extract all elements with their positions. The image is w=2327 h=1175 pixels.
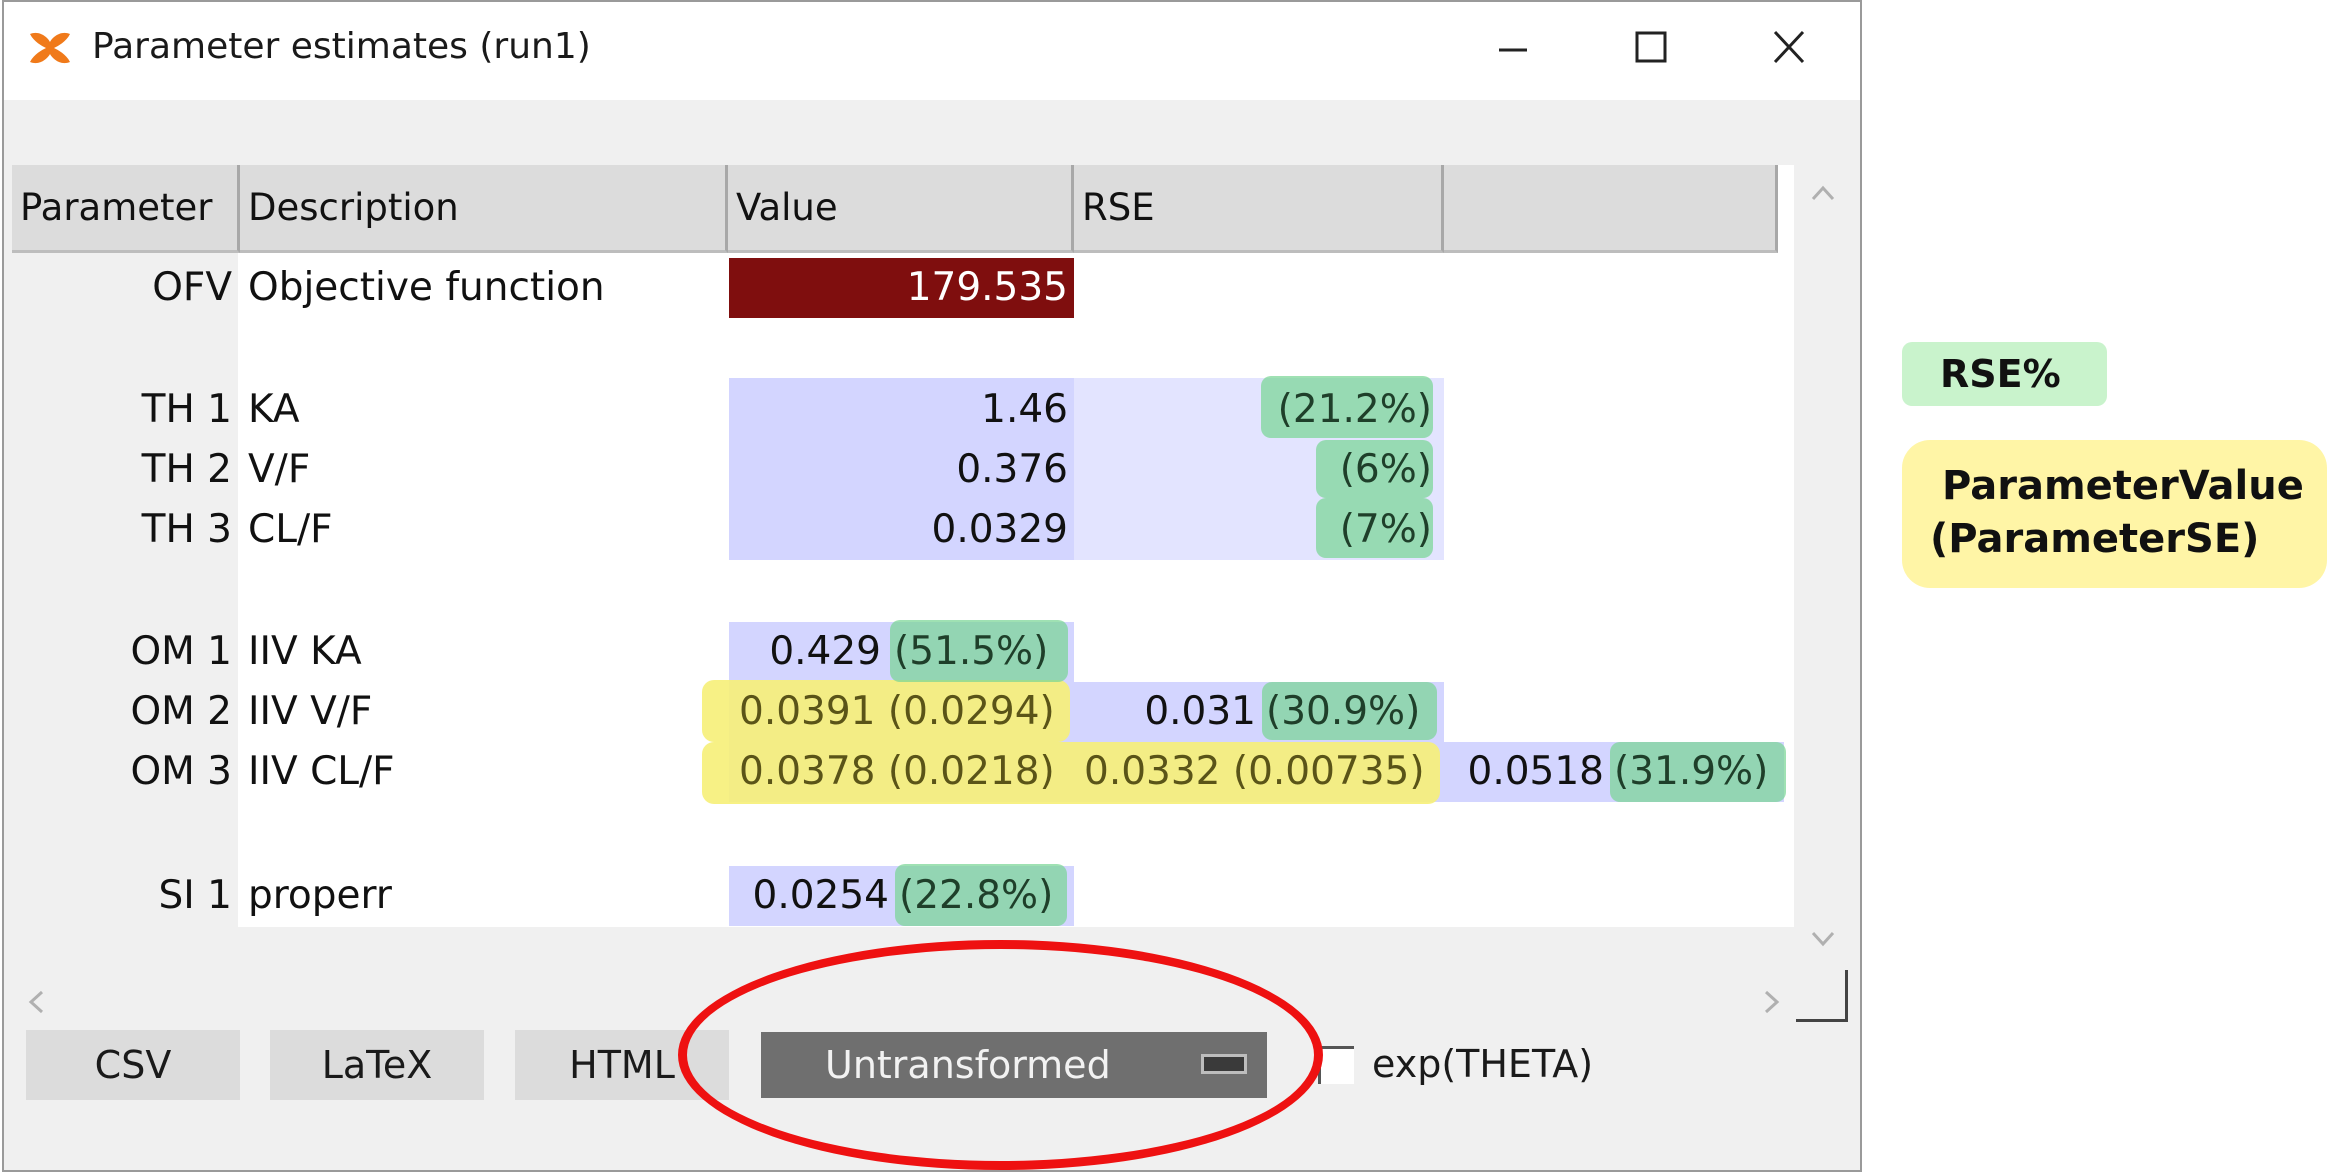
csv-button[interactable]: CSV <box>26 1030 240 1100</box>
maximize-icon <box>1635 31 1667 63</box>
legend-pv-line1: ParameterValue <box>1942 463 2304 509</box>
row-om3-desc: IIV CL/F <box>248 749 395 794</box>
row-si1-param: SI 1 <box>158 873 232 918</box>
row-th3-value: 0.0329 <box>931 507 1068 552</box>
header-description[interactable]: Description <box>240 165 728 253</box>
row-th1-desc: KA <box>248 387 300 432</box>
latex-button[interactable]: LaTeX <box>270 1030 484 1100</box>
minimize-icon <box>1499 48 1527 52</box>
window-title: Parameter estimates (run1) <box>92 26 591 67</box>
legend-rse: RSE% <box>1902 342 2107 406</box>
close-button[interactable] <box>1734 14 1844 82</box>
row-om3-cov-1: 0.0378 (0.0218) <box>739 749 1055 794</box>
header-empty <box>1444 165 1778 253</box>
row-th1-param: TH 1 <box>141 387 232 432</box>
row-th3-desc: CL/F <box>248 507 333 552</box>
row-om3-rse: (31.9%) <box>1614 749 1769 794</box>
annotation-circle <box>678 940 1323 1170</box>
row-th2-value: 0.376 <box>956 447 1068 492</box>
header-value[interactable]: Value <box>728 165 1074 253</box>
row-th1-value: 1.46 <box>981 387 1068 432</box>
legend-pv-line2: (ParameterSE) <box>1930 516 2260 562</box>
scroll-left-icon[interactable] <box>26 989 46 1015</box>
row-om1-rse: (51.5%) <box>894 629 1049 674</box>
row-th3-rse: (7%) <box>1339 507 1432 552</box>
header-rse[interactable]: RSE <box>1074 165 1444 253</box>
scroll-up-icon[interactable] <box>1810 183 1836 203</box>
ofv-value: 179.535 <box>729 258 1074 318</box>
row-om3-cov-2: 0.0332 (0.00735) <box>1084 749 1425 794</box>
row-om2-param: OM 2 <box>130 689 232 734</box>
row-si1-desc: properr <box>248 873 392 918</box>
exp-theta-label: exp(THETA) <box>1372 1042 1594 1086</box>
legend-parameter-value: ParameterValue (ParameterSE) <box>1902 440 2327 588</box>
scroll-right-icon[interactable] <box>1762 989 1782 1015</box>
row-om3-value: 0.0518 <box>1467 749 1604 794</box>
row-om3-param: OM 3 <box>130 749 232 794</box>
row-th2-desc: V/F <box>248 447 311 492</box>
minimize-button[interactable] <box>1458 14 1568 82</box>
row-th2-rse: (6%) <box>1339 447 1432 492</box>
row-ofv-desc: Objective function <box>248 265 605 310</box>
row-th1-rse: (21.2%) <box>1277 387 1432 432</box>
header-parameter[interactable]: Parameter <box>12 165 240 253</box>
row-si1-rse: (22.8%) <box>899 873 1054 918</box>
row-om2-value: 0.031 <box>1144 689 1256 734</box>
row-th2-param: TH 2 <box>141 447 232 492</box>
row-si1-value: 0.0254 <box>752 873 889 918</box>
app-logo-icon <box>26 28 74 68</box>
row-om2-rse: (30.9%) <box>1266 689 1421 734</box>
row-om1-param: OM 1 <box>130 629 232 674</box>
row-th3-param: TH 3 <box>141 507 232 552</box>
row-ofv-param: OFV <box>152 265 232 310</box>
resize-corner[interactable] <box>1796 970 1848 1022</box>
exp-theta-checkbox[interactable] <box>1318 1046 1354 1084</box>
scroll-down-icon[interactable] <box>1810 929 1836 949</box>
param-column-bg <box>12 253 238 927</box>
maximize-button[interactable] <box>1596 14 1706 82</box>
vertical-scrollbar[interactable] <box>1796 165 1848 973</box>
row-om2-cov-1: 0.0391 (0.0294) <box>739 689 1055 734</box>
close-icon <box>1773 30 1805 64</box>
row-om1-value: 0.429 <box>769 629 881 674</box>
row-om2-desc: IIV V/F <box>248 689 373 734</box>
row-om1-desc: IIV KA <box>248 629 362 674</box>
